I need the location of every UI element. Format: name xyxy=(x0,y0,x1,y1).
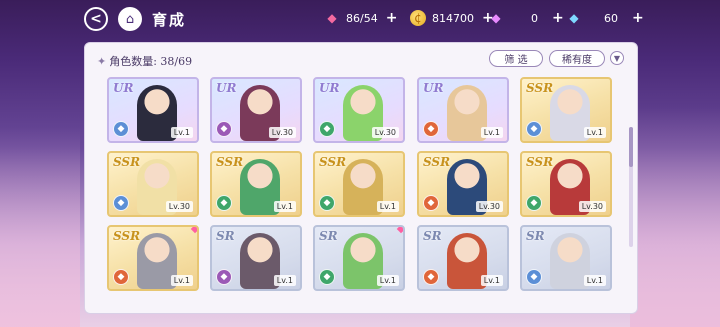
character-card[interactable]: SR ◆ Lv.1 xyxy=(210,225,302,291)
rarity-badge: SR xyxy=(216,229,235,243)
attribute-icon: ◆ xyxy=(526,195,542,211)
background-castle-right xyxy=(630,107,720,327)
background-castle-left xyxy=(0,127,80,327)
attribute-icon: ◆ xyxy=(216,195,232,211)
character-card[interactable]: SSR ◆ Lv.30 xyxy=(520,151,612,217)
filter-button[interactable]: 筛 选 xyxy=(489,50,543,67)
level-label: Lv.1 xyxy=(583,127,606,138)
resource-gem-blue: ◆ 60 + xyxy=(566,10,644,26)
character-card[interactable]: SSR ◆ Lv.1 xyxy=(107,225,199,291)
coin-icon: ¢ xyxy=(410,10,426,26)
rarity-badge: SR xyxy=(526,229,545,243)
scrollbar[interactable] xyxy=(629,127,633,247)
back-button[interactable]: < xyxy=(84,7,108,31)
rarity-badge: SSR xyxy=(319,155,347,169)
add-candy-button[interactable]: + xyxy=(386,10,398,26)
attribute-icon: ◆ xyxy=(113,269,129,285)
rarity-badge: SSR xyxy=(423,155,451,169)
character-card[interactable]: UR ◆ Lv.30 xyxy=(210,77,302,143)
new-indicator-icon xyxy=(190,227,197,234)
rarity-badge: SSR xyxy=(526,81,554,95)
level-label: Lv.1 xyxy=(170,275,193,286)
rarity-badge: SSR xyxy=(113,155,141,169)
new-indicator-icon xyxy=(396,227,403,234)
blue-gem-icon: ◆ xyxy=(569,11,579,25)
character-card[interactable]: SSR ◆ Lv.1 xyxy=(313,151,405,217)
pink-gem-icon: ◆ xyxy=(491,11,501,25)
attribute-icon: ◆ xyxy=(319,121,335,137)
level-label: Lv.1 xyxy=(170,127,193,138)
add-pink-gem-button[interactable]: + xyxy=(552,10,564,26)
character-count-text: 角色数量: 38/69 xyxy=(109,55,193,68)
rarity-sort-button[interactable]: 稀有度 xyxy=(549,50,605,67)
back-arrow-icon: < xyxy=(90,11,102,27)
top-bar: < ⌂ 育成 ◆ 86/54 + ¢ 814700 + ◆ 0 + ◆ 60 + xyxy=(0,0,720,36)
attribute-icon: ◆ xyxy=(113,195,129,211)
diamond-bullet-icon: ✦ xyxy=(97,55,107,68)
rarity-badge: UR xyxy=(423,81,444,95)
character-card[interactable]: SSR ◆ Lv.1 xyxy=(210,151,302,217)
rarity-badge: SR xyxy=(319,229,338,243)
attribute-icon: ◆ xyxy=(526,269,542,285)
rarity-badge: SSR xyxy=(526,155,554,169)
attribute-icon: ◆ xyxy=(319,269,335,285)
character-card[interactable]: SR ◆ Lv.1 xyxy=(313,225,405,291)
pink-gem-value: 0 xyxy=(531,11,538,25)
rarity-badge: UR xyxy=(319,81,340,95)
level-label: Lv.1 xyxy=(273,275,296,286)
castle-icon: ⌂ xyxy=(125,11,135,27)
attribute-icon: ◆ xyxy=(526,121,542,137)
coin-value: 814700 xyxy=(432,11,474,25)
character-card[interactable]: SR ◆ Lv.1 xyxy=(417,225,509,291)
character-card[interactable]: UR ◆ Lv.1 xyxy=(107,77,199,143)
attribute-icon: ◆ xyxy=(216,269,232,285)
rarity-badge: SSR xyxy=(113,229,141,243)
panel-header: ✦ 角色数量: 38/69 筛 选 稀有度 ▼ xyxy=(85,43,637,73)
candy-value: 86/54 xyxy=(346,11,378,25)
attribute-icon: ◆ xyxy=(423,121,439,137)
level-label: Lv.1 xyxy=(480,127,503,138)
attribute-icon: ◆ xyxy=(423,195,439,211)
rarity-badge: SR xyxy=(423,229,442,243)
character-card[interactable]: SSR ◆ Lv.30 xyxy=(417,151,509,217)
level-label: Lv.30 xyxy=(475,201,503,212)
level-label: Lv.30 xyxy=(578,201,606,212)
page-title: 育成 xyxy=(152,11,187,29)
character-card[interactable]: UR ◆ Lv.30 xyxy=(313,77,405,143)
rarity-badge: UR xyxy=(113,81,134,95)
home-button[interactable]: ⌂ xyxy=(118,7,142,31)
character-card[interactable]: SR ◆ Lv.1 xyxy=(520,225,612,291)
rarity-badge: UR xyxy=(216,81,237,95)
scrollbar-thumb[interactable] xyxy=(629,127,633,167)
level-label: Lv.30 xyxy=(165,201,193,212)
level-label: Lv.1 xyxy=(376,275,399,286)
level-label: Lv.30 xyxy=(371,127,399,138)
attribute-icon: ◆ xyxy=(113,121,129,137)
character-card[interactable]: SSR ◆ Lv.30 xyxy=(107,151,199,217)
character-panel: ✦ 角色数量: 38/69 筛 选 稀有度 ▼ UR ◆ Lv.1 UR ◆ Lv.30 UR… xyxy=(84,42,638,314)
attribute-icon: ◆ xyxy=(216,121,232,137)
resource-gem-pink: ◆ 0 + xyxy=(488,10,564,26)
character-grid: UR ◆ Lv.1 UR ◆ Lv.30 UR ◆ Lv.30 UR ◆ Lv.1 SSR ◆ Lv.1 SS… xyxy=(85,77,625,313)
level-label: Lv.30 xyxy=(268,127,296,138)
level-label: Lv.1 xyxy=(376,201,399,212)
attribute-icon: ◆ xyxy=(423,269,439,285)
candy-icon: ◆ xyxy=(327,11,337,25)
resource-candy: ◆ 86/54 + xyxy=(324,10,397,26)
level-label: Lv.1 xyxy=(583,275,606,286)
chevron-down-icon[interactable]: ▼ xyxy=(610,51,624,65)
level-label: Lv.1 xyxy=(480,275,503,286)
character-count: ✦ 角色数量: 38/69 xyxy=(97,53,192,69)
level-label: Lv.1 xyxy=(273,201,296,212)
character-card[interactable]: UR ◆ Lv.1 xyxy=(417,77,509,143)
resource-coin: ¢ 814700 + xyxy=(410,10,494,26)
blue-gem-value: 60 xyxy=(604,11,618,25)
character-card[interactable]: SSR ◆ Lv.1 xyxy=(520,77,612,143)
add-blue-gem-button[interactable]: + xyxy=(632,10,644,26)
rarity-badge: SSR xyxy=(216,155,244,169)
attribute-icon: ◆ xyxy=(319,195,335,211)
